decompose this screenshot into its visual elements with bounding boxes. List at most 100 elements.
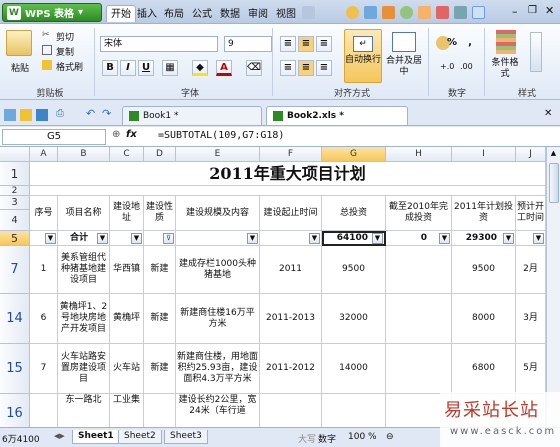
- redo-icon[interactable]: ↷: [102, 107, 111, 120]
- table-cell[interactable]: 3月: [516, 294, 546, 344]
- align-right-icon[interactable]: ≡: [316, 60, 332, 76]
- col-header-i[interactable]: I: [452, 147, 516, 162]
- table-cell[interactable]: 美系管组代种猪基地建设项目: [58, 246, 110, 294]
- open-icon[interactable]: [20, 109, 32, 121]
- col-header-d[interactable]: D: [144, 147, 176, 162]
- row-header-3[interactable]: 3: [0, 196, 30, 210]
- scroll-up-icon[interactable]: ▲: [549, 149, 559, 159]
- filter-dropdown-icon[interactable]: ▼: [97, 232, 108, 244]
- clear-format-icon[interactable]: ⌫: [246, 60, 262, 76]
- decrease-decimal-icon[interactable]: .00: [460, 62, 473, 71]
- table-cell[interactable]: 9500: [322, 246, 386, 294]
- col-header-c[interactable]: C: [110, 147, 144, 162]
- undo-icon[interactable]: ↶: [86, 107, 95, 120]
- col-header-j[interactable]: J: [516, 147, 546, 162]
- table-cell[interactable]: 火车站: [110, 344, 144, 394]
- table-cell[interactable]: 2011-2012: [260, 344, 322, 394]
- bold-button[interactable]: B: [102, 60, 118, 76]
- vertical-scrollbar[interactable]: ▲: [546, 147, 560, 427]
- cell-j5[interactable]: ▼: [516, 231, 546, 246]
- table-cell[interactable]: 32000: [322, 294, 386, 344]
- table-cell[interactable]: 新建: [144, 246, 176, 294]
- doc-tab-book2[interactable]: Book2.xls *: [266, 106, 408, 125]
- header-start-time[interactable]: 预计开工时间: [516, 196, 546, 231]
- feedback-icon[interactable]: [436, 6, 449, 19]
- table-cell[interactable]: 黄桷坪1、2号地块房地产开发项目: [58, 294, 110, 344]
- table-cell[interactable]: 6800: [452, 344, 516, 394]
- filter-dropdown-icon[interactable]: ▼: [309, 232, 320, 244]
- row-header-16[interactable]: 16: [0, 394, 30, 427]
- table-cell[interactable]: 华西镇: [110, 246, 144, 294]
- row-header-5[interactable]: 5: [0, 231, 30, 246]
- table-cell[interactable]: 建成存栏1000头种猪基地: [176, 246, 260, 294]
- cell-h5[interactable]: 0 ▼: [386, 231, 452, 246]
- filter-dropdown-icon[interactable]: ▼: [45, 232, 56, 244]
- underline-button[interactable]: U: [138, 60, 154, 76]
- help-icon[interactable]: [364, 6, 377, 19]
- select-all-corner[interactable]: [0, 147, 30, 162]
- table-cell[interactable]: [144, 394, 176, 427]
- sheet-tab-1[interactable]: Sheet1: [72, 430, 120, 444]
- table-cell[interactable]: 7: [30, 344, 58, 394]
- insert-function-icon[interactable]: fx: [126, 129, 137, 140]
- row-header-1[interactable]: 1: [0, 162, 30, 186]
- table-cell[interactable]: [322, 394, 386, 427]
- table-cell[interactable]: 东一路北: [58, 394, 110, 427]
- table-cell[interactable]: 建设长约2公里，宽24米（车行道: [176, 394, 260, 427]
- tab-home[interactable]: 开始: [106, 5, 136, 22]
- sheet-title[interactable]: 2011年重大项目计划: [30, 162, 546, 186]
- font-name-select[interactable]: 宋体: [100, 36, 218, 52]
- scroll-thumb[interactable]: [548, 163, 559, 203]
- formula-input[interactable]: =SUBTOTAL(109,G7:G18): [158, 130, 284, 141]
- cell-c5[interactable]: ▼: [110, 231, 144, 246]
- font-size-select[interactable]: 9: [224, 36, 272, 52]
- col-header-g[interactable]: G: [322, 147, 386, 162]
- filter-dropdown-icon[interactable]: ▼: [372, 233, 383, 244]
- tab-view[interactable]: 视图: [272, 6, 300, 23]
- col-header-e[interactable]: E: [176, 147, 260, 162]
- tab-formulas[interactable]: 公式: [188, 6, 216, 23]
- merge-center-button[interactable]: 合并及居中: [384, 56, 424, 78]
- skin-icon[interactable]: [346, 6, 359, 19]
- header-plan-2011[interactable]: 2011年计划投资: [452, 196, 516, 231]
- percent-button[interactable]: %: [444, 36, 460, 52]
- header-scale[interactable]: 建设规模及内容: [176, 196, 260, 231]
- col-header-a[interactable]: A: [30, 147, 58, 162]
- table-cell[interactable]: 新建商住楼16万平方米: [176, 294, 260, 344]
- name-box[interactable]: G5: [2, 129, 106, 145]
- table-cell[interactable]: 工业集: [110, 394, 144, 427]
- row-header-2[interactable]: 2: [0, 186, 30, 196]
- table-cell[interactable]: 新建: [144, 294, 176, 344]
- header-period[interactable]: 建设起止时间: [260, 196, 322, 231]
- row-header-4[interactable]: 4: [0, 210, 30, 231]
- wrap-text-button[interactable]: ↵ 自动换行: [344, 29, 382, 83]
- italic-button[interactable]: I: [120, 60, 136, 76]
- doc-tab-book1[interactable]: Book1 *: [122, 106, 262, 125]
- save-icon[interactable]: [36, 109, 48, 121]
- table-cell[interactable]: 新建商住楼，用地面积约25.93亩，建设面积4.3万平方米: [176, 344, 260, 394]
- cell-a5[interactable]: ▼: [30, 231, 58, 246]
- table-cell[interactable]: 9500: [452, 246, 516, 294]
- style-gallery-icon[interactable]: [530, 32, 542, 72]
- wps-app-menu-button[interactable]: W WPS 表格 ▾: [2, 3, 102, 22]
- table-cell[interactable]: 14000: [322, 344, 386, 394]
- fill-color-icon[interactable]: ◆: [192, 60, 208, 76]
- sheet-tab-2[interactable]: Sheet2: [118, 430, 162, 444]
- new-icon[interactable]: [4, 109, 16, 121]
- header-index[interactable]: 序号: [30, 196, 58, 231]
- align-top-icon[interactable]: ≡: [280, 36, 296, 52]
- filter-dropdown-icon[interactable]: ▼: [533, 232, 544, 244]
- increase-decimal-icon[interactable]: +.0: [440, 62, 454, 71]
- settings-icon[interactable]: [454, 6, 467, 19]
- cell-e5[interactable]: ▼: [176, 231, 260, 246]
- header-project-name[interactable]: 项目名称: [58, 196, 110, 231]
- header-nature[interactable]: 建设性质: [144, 196, 176, 231]
- table-cell[interactable]: [386, 344, 452, 394]
- col-header-b[interactable]: B: [58, 147, 110, 162]
- table-cell[interactable]: [386, 246, 452, 294]
- comma-button[interactable]: ,: [462, 36, 478, 52]
- table-cell[interactable]: 黄桷坪: [110, 294, 144, 344]
- zoom-out-icon[interactable]: ⊖: [386, 432, 394, 442]
- align-left-icon[interactable]: ≡: [280, 60, 296, 76]
- col-header-f[interactable]: F: [260, 147, 322, 162]
